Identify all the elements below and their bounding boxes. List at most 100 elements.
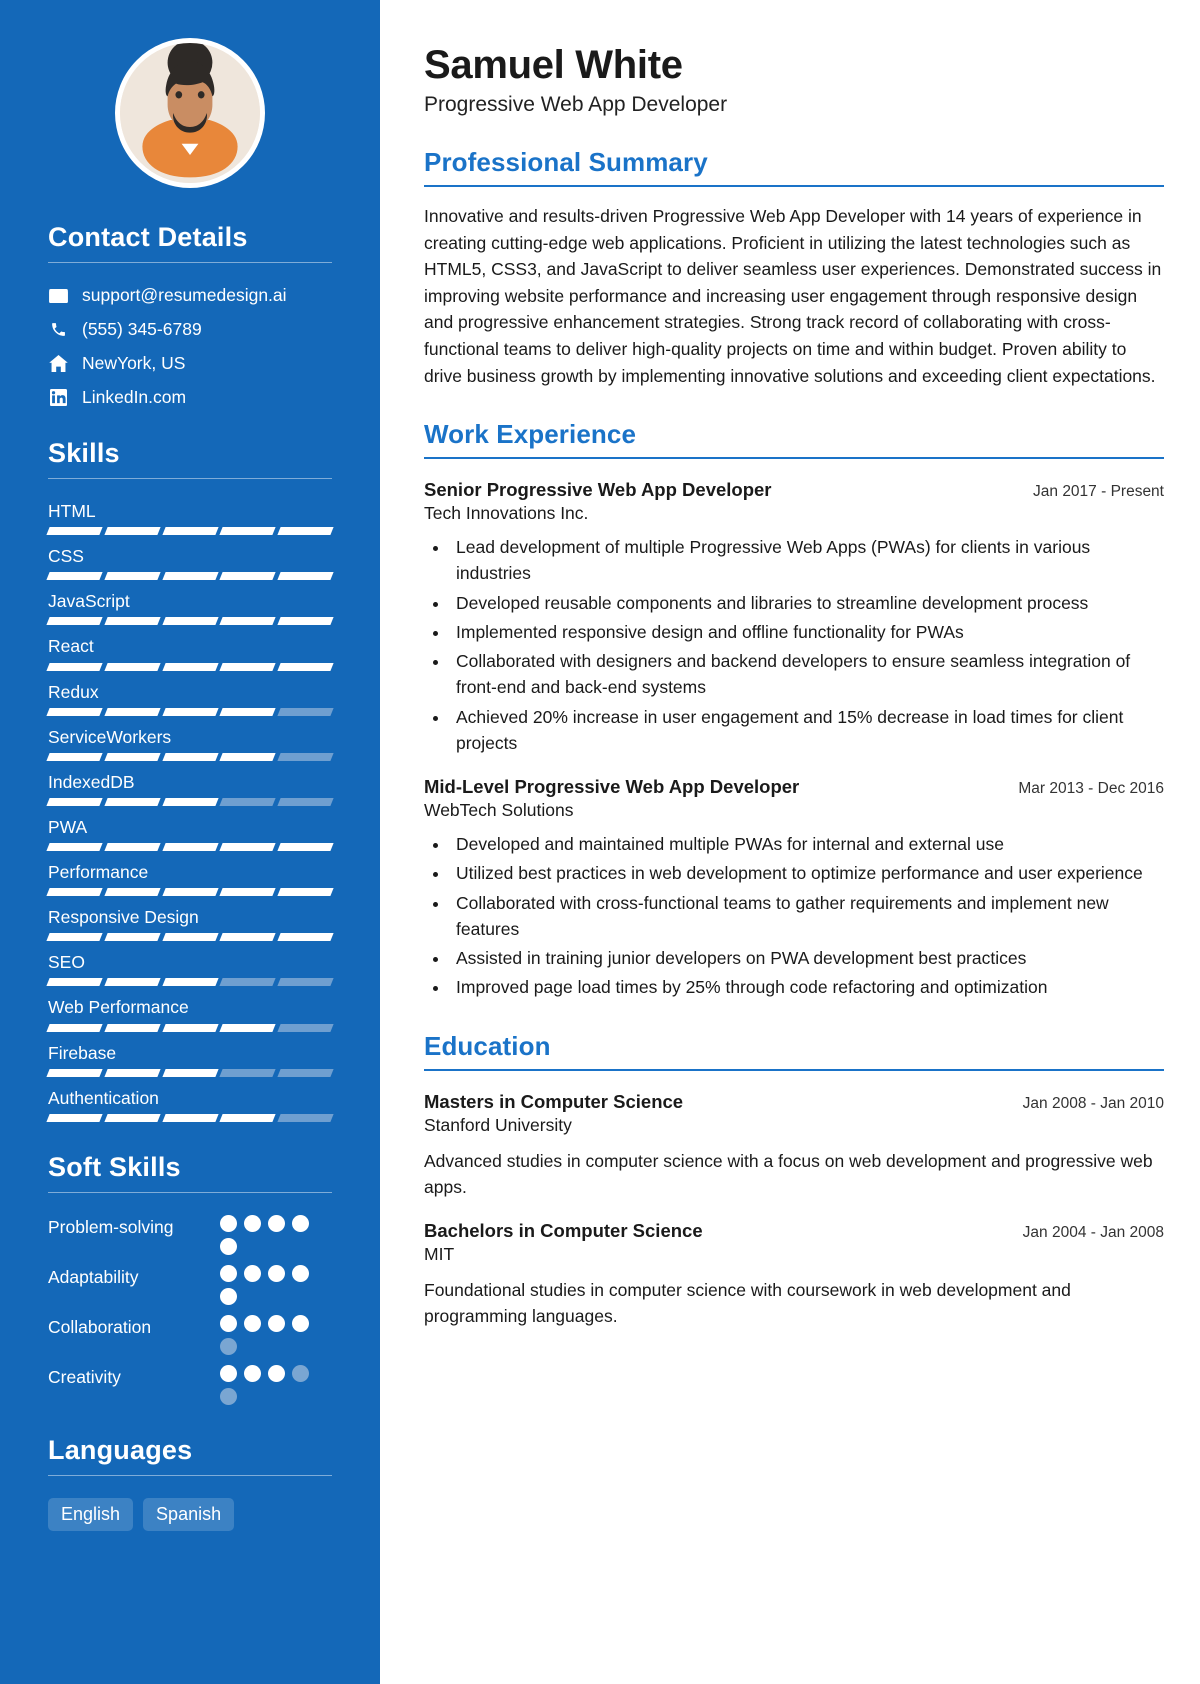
divider <box>48 262 332 263</box>
work-entry-header: Mid-Level Progressive Web App Developer M… <box>424 776 1164 798</box>
skills-heading: Skills <box>48 438 120 468</box>
skill-level-segment <box>104 752 161 761</box>
rating-dot <box>268 1264 285 1282</box>
skill-level-segment <box>46 1068 103 1077</box>
language-chip[interactable]: Spanish <box>143 1497 235 1531</box>
skill-level-segment <box>161 527 219 536</box>
avatar-container <box>48 38 332 188</box>
rating-dot <box>220 1287 237 1305</box>
skill-level-segment <box>161 1113 219 1122</box>
skill-level-segment <box>277 527 334 536</box>
page-title: Samuel White <box>424 43 683 87</box>
rating-dot <box>244 1214 261 1232</box>
soft-skill-label: Problem-solving <box>48 1216 174 1237</box>
skill-label: Web Performance <box>48 997 189 1018</box>
rating-dot <box>268 1314 285 1332</box>
skill-level-bar <box>46 572 334 581</box>
work-entry-title: Senior Progressive Web App Developer <box>424 479 772 501</box>
education-entry: Bachelors in Computer Science Jan 2004 - … <box>424 1220 1164 1330</box>
skill-level-segment <box>277 617 334 626</box>
skill-level-bar <box>46 527 334 536</box>
skill-label: React <box>48 636 94 657</box>
education-entry: Masters in Computer Science Jan 2008 - Ja… <box>424 1091 1164 1201</box>
skill-level-segment <box>104 843 161 851</box>
skill-level-bar <box>46 1068 334 1077</box>
linkedin-icon <box>48 389 68 406</box>
phone-icon <box>48 321 68 338</box>
education-entry-header: Bachelors in Computer Science Jan 2004 - … <box>424 1220 1164 1242</box>
divider <box>48 478 332 479</box>
professional-summary-text: Innovative and results-driven Progressiv… <box>424 206 1162 386</box>
contact-item-email[interactable]: support@resumedesign.ai <box>48 285 332 306</box>
skill-item: React <box>46 636 334 671</box>
list-item: Collaborated with designers and backend … <box>450 648 1164 701</box>
skill-label: Firebase <box>48 1042 117 1063</box>
skill-level-segment <box>104 617 161 626</box>
avatar <box>115 38 265 188</box>
contact-item-linkedin[interactable]: LinkedIn.com <box>48 387 332 408</box>
skill-level-segment <box>104 933 161 942</box>
skill-level-segment <box>161 888 219 897</box>
skill-level-segment <box>219 617 276 626</box>
list-item: Utilized best practices in web developme… <box>450 860 1164 886</box>
soft-skill-rating <box>220 1264 332 1305</box>
skill-level-bar <box>46 1023 334 1032</box>
work-entry-bullets: Developed and maintained multiple PWAs f… <box>450 831 1164 1001</box>
skill-label: HTML <box>48 501 96 521</box>
skill-level-bar <box>46 843 334 851</box>
skill-level-segment <box>277 933 334 942</box>
skill-level-segment <box>219 1113 276 1122</box>
work-entry-header: Senior Progressive Web App Developer Jan … <box>424 479 1164 501</box>
skill-item: PWA <box>46 817 334 851</box>
skill-level-segment <box>277 662 334 671</box>
skill-label: IndexedDB <box>48 771 135 792</box>
contact-details-heading: Contact Details <box>48 222 248 252</box>
skill-level-segment <box>219 527 276 536</box>
skill-level-bar <box>46 662 334 671</box>
soft-skill-rating <box>220 1314 332 1355</box>
rating-dot <box>220 1237 237 1255</box>
skill-level-segment <box>161 978 219 987</box>
skill-level-segment <box>219 707 276 716</box>
skill-level-segment <box>219 1023 276 1032</box>
soft-skill-item: Adaptability <box>48 1264 332 1305</box>
skill-level-segment <box>104 662 161 671</box>
rating-dot <box>220 1337 237 1355</box>
soft-skill-rating <box>220 1364 332 1405</box>
skill-label: ServiceWorkers <box>48 726 172 747</box>
profile-photo-icon <box>120 43 260 183</box>
skill-label: SEO <box>48 952 85 973</box>
contact-item-phone[interactable]: (555) 345-6789 <box>48 319 332 340</box>
skill-item: Performance <box>46 862 334 897</box>
skill-level-segment <box>219 888 276 897</box>
contact-item-location[interactable]: NewYork, US <box>48 353 332 374</box>
list-item: Implemented responsive design and offlin… <box>450 619 1164 645</box>
skill-level-segment <box>46 617 103 626</box>
home-icon <box>48 355 68 372</box>
language-chip[interactable]: English <box>48 1497 134 1531</box>
job-role-subtitle: Progressive Web App Developer <box>424 93 728 116</box>
divider <box>424 457 1164 460</box>
skill-level-segment <box>277 752 334 761</box>
skill-level-segment <box>46 1023 103 1032</box>
rating-dot <box>244 1314 261 1332</box>
skill-level-segment <box>104 572 161 581</box>
skill-level-segment <box>161 843 219 851</box>
skill-item: Redux <box>46 682 334 716</box>
skill-level-segment <box>104 707 161 716</box>
skill-label: Responsive Design <box>48 907 199 928</box>
education-section: Education Masters in Computer Science Jan… <box>424 1031 1164 1330</box>
work-experience-heading: Work Experience <box>424 419 637 450</box>
skill-level-segment <box>46 752 103 761</box>
languages-list: English Spanish <box>48 1497 332 1531</box>
divider <box>48 1191 332 1193</box>
education-entry-school: Stanford University <box>424 1114 572 1135</box>
skill-level-segment <box>219 933 276 942</box>
skill-level-segment <box>277 978 334 987</box>
list-item: Assisted in training junior developers o… <box>450 945 1164 971</box>
education-entry-date: Jan 2004 - Jan 2008 <box>1022 1224 1164 1242</box>
rating-dot <box>268 1214 285 1232</box>
list-item: Achieved 20% increase in user engagement… <box>450 704 1164 757</box>
skill-level-segment <box>219 1068 276 1077</box>
skill-level-segment <box>277 888 334 897</box>
